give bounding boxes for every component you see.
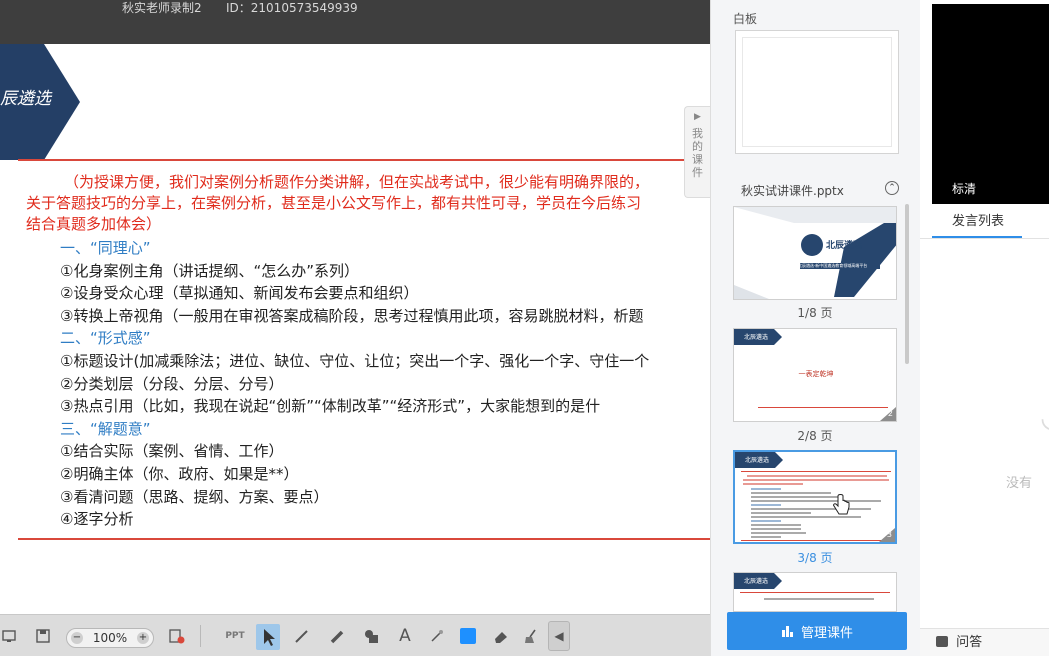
thumb-2-title: 一表定乾坤 <box>798 370 834 378</box>
right-column: 标清 发言列表 ◡ 没有 问答 <box>920 0 1049 656</box>
outline-line: ④逐字分析 <box>60 510 134 529</box>
empty-state-text: 没有 <box>1006 476 1033 491</box>
room-id: ID：21010573549939 <box>226 1 358 15</box>
slide-thumbnail-4[interactable]: 北辰遴选 <box>733 572 897 612</box>
outline-line: ③转换上帝视角（一般用在审视答案成稿阶段，思考过程慎用此项，容易跳脱材料，析题 <box>60 306 644 325</box>
outline-line: ②设身受众心理（草拟通知、新闻发布会要点和组织） <box>60 284 419 303</box>
toolbar-divider <box>200 625 201 647</box>
thumb-4-text-lines <box>740 592 890 600</box>
slide-thumbnail-2[interactable]: 北辰遴选 一表定乾坤 2 <box>733 328 897 422</box>
outline-line: ②明确主体（你、政府、如果是**） <box>60 464 299 483</box>
slide-canvas[interactable]: 辰遴选 （为授课方便，我们对案例分析题作分类讲解，但在实战考试中，很少能有明确界… <box>0 44 710 614</box>
thumbnail-label-3: 3/8 页 <box>797 551 833 565</box>
pen-icon[interactable] <box>292 627 310 645</box>
slide-thumbnail-1[interactable]: 北辰遴选 北辰遴选·新中国遴选教育领域高端平台 <box>733 206 897 300</box>
slide-thumbnail-3[interactable]: 北辰遴选 3 <box>733 450 897 544</box>
thumb-3-text-lines <box>741 471 891 541</box>
outline-line: ①化身案例主角（讲话提纲、“怎么办”系列） <box>60 261 359 280</box>
thumb-1-subtitle: 北辰遴选·新中国遴选教育领域高端平台 <box>798 263 868 268</box>
outline-line: ③热点引用（比如，我现在说起“创新”“体制改革”“经济形式”，大家能想到的是什 <box>60 397 601 416</box>
thumb-1-graphic <box>734 207 896 299</box>
expand-arrow-icon: ▶ <box>694 112 701 122</box>
save-icon[interactable] <box>34 627 52 645</box>
qa-label: 问答 <box>956 635 983 650</box>
text-icon[interactable]: A <box>396 626 414 646</box>
courseware-file-title: 秋实试讲课件.pptx <box>741 184 844 198</box>
slide-intro: （为授课方便，我们对案例分析题作分类讲解，但在实战考试中，很少能有明确界限的， … <box>26 172 710 235</box>
collapse-toolbar-button[interactable]: ◀ <box>548 621 570 651</box>
eraser-icon[interactable] <box>492 627 510 645</box>
thumb-1-brand: 北辰遴选 <box>826 241 863 251</box>
slide-top-rule <box>18 159 710 161</box>
outline-line: 三、“解题意” <box>60 419 151 438</box>
manage-courseware-button[interactable]: 管理课件 <box>727 612 907 650</box>
intro-line-1: （为授课方便，我们对案例分析题作分类讲解，但在实战考试中，很少能有明确界限的， <box>64 173 650 191</box>
slide-outline: 一、“同理心” ①化身案例主角（讲话提纲、“怎么办”系列） ②设身受众心理（草拟… <box>60 237 649 531</box>
hand-cursor-icon <box>833 494 850 515</box>
thumbnail-label-2: 2/8 页 <box>797 429 833 443</box>
outline-line: ①标题设计(加减乘除法；进位、缺位、守位、让位；突出一个字、强化一个字、守住一个 <box>60 351 650 370</box>
pointer-tool-selected[interactable] <box>256 624 280 650</box>
slide-bottom-rule <box>18 538 710 540</box>
teacher-name: 秋实老师录制2 <box>122 1 202 15</box>
qa-tab[interactable]: 问答 <box>920 628 1049 656</box>
my-courseware-tab[interactable]: ▶ 我的课件 <box>684 106 710 198</box>
outline-line: 二、“形式感” <box>60 329 151 348</box>
video-preview[interactable]: 标清 <box>932 4 1049 204</box>
intro-line-3: 结合真题多加体会） <box>26 215 162 233</box>
outline-line: ①结合实际（案例、省情、工作） <box>60 442 284 461</box>
courseware-panel: 白板 秋实试讲课件.pptx ⌃ 北辰遴选 北辰遴选·新中国遴选教育领域高端平台… <box>710 0 920 656</box>
video-quality-label[interactable]: 标清 <box>952 180 976 197</box>
laser-icon[interactable] <box>428 627 446 645</box>
empty-state-icon: ◡ <box>1040 400 1049 435</box>
clear-icon[interactable] <box>168 627 186 645</box>
collapse-file-icon[interactable]: ⌃ <box>885 181 899 195</box>
outline-line: 一、“同理心” <box>60 239 151 257</box>
color-icon[interactable] <box>460 628 476 644</box>
slide-logo-text: 辰遴选 <box>0 89 51 109</box>
whiteboard-thumbnail[interactable] <box>735 30 899 154</box>
app-root: 秋实老师录制2 ID：21010573549939 辰遴选 （为授课方便，我们对… <box>0 0 1049 656</box>
screen-icon[interactable] <box>0 627 18 645</box>
qa-icon <box>936 636 948 647</box>
zoom-control[interactable]: − 100% + <box>66 628 154 648</box>
my-courseware-label: 我的课件 <box>692 127 703 179</box>
outline-line: ②分类划层（分段、分层、分号） <box>60 374 284 393</box>
tab-divider <box>920 238 1049 239</box>
zoom-in-button[interactable]: + <box>137 632 149 644</box>
tab-speak-list[interactable]: 发言列表 <box>932 206 1022 238</box>
manage-courseware-label: 管理课件 <box>800 625 853 641</box>
zoom-out-button[interactable]: − <box>71 632 83 644</box>
thumb-2-brand: 北辰遴选 <box>744 334 769 341</box>
intro-line-2: 关于答题技巧的分享上，在案例分析，甚至是小公文写作上，都有共性可寻，学员在今后练… <box>26 194 642 212</box>
whiteboard-label: 白板 <box>733 12 758 26</box>
thumb-2-number: 2 <box>880 407 896 421</box>
highlighter-icon[interactable] <box>328 627 346 645</box>
thumbnail-label-1: 1/8 页 <box>797 306 833 320</box>
ppt-icon[interactable]: PPT <box>222 627 248 645</box>
top-bar: 秋实老师录制2 ID：21010573549939 <box>0 0 710 44</box>
drawing-toolbar: − 100% + PPT A ◀ <box>0 614 710 656</box>
shape-icon[interactable] <box>362 627 380 645</box>
outline-line: ③看清问题（思路、提纲、方案、要点） <box>60 487 329 506</box>
bar-chart-icon <box>781 626 793 637</box>
zoom-level: 100% <box>92 631 128 645</box>
broom-icon[interactable] <box>522 627 540 645</box>
thumbnail-scrollbar[interactable] <box>905 204 909 364</box>
